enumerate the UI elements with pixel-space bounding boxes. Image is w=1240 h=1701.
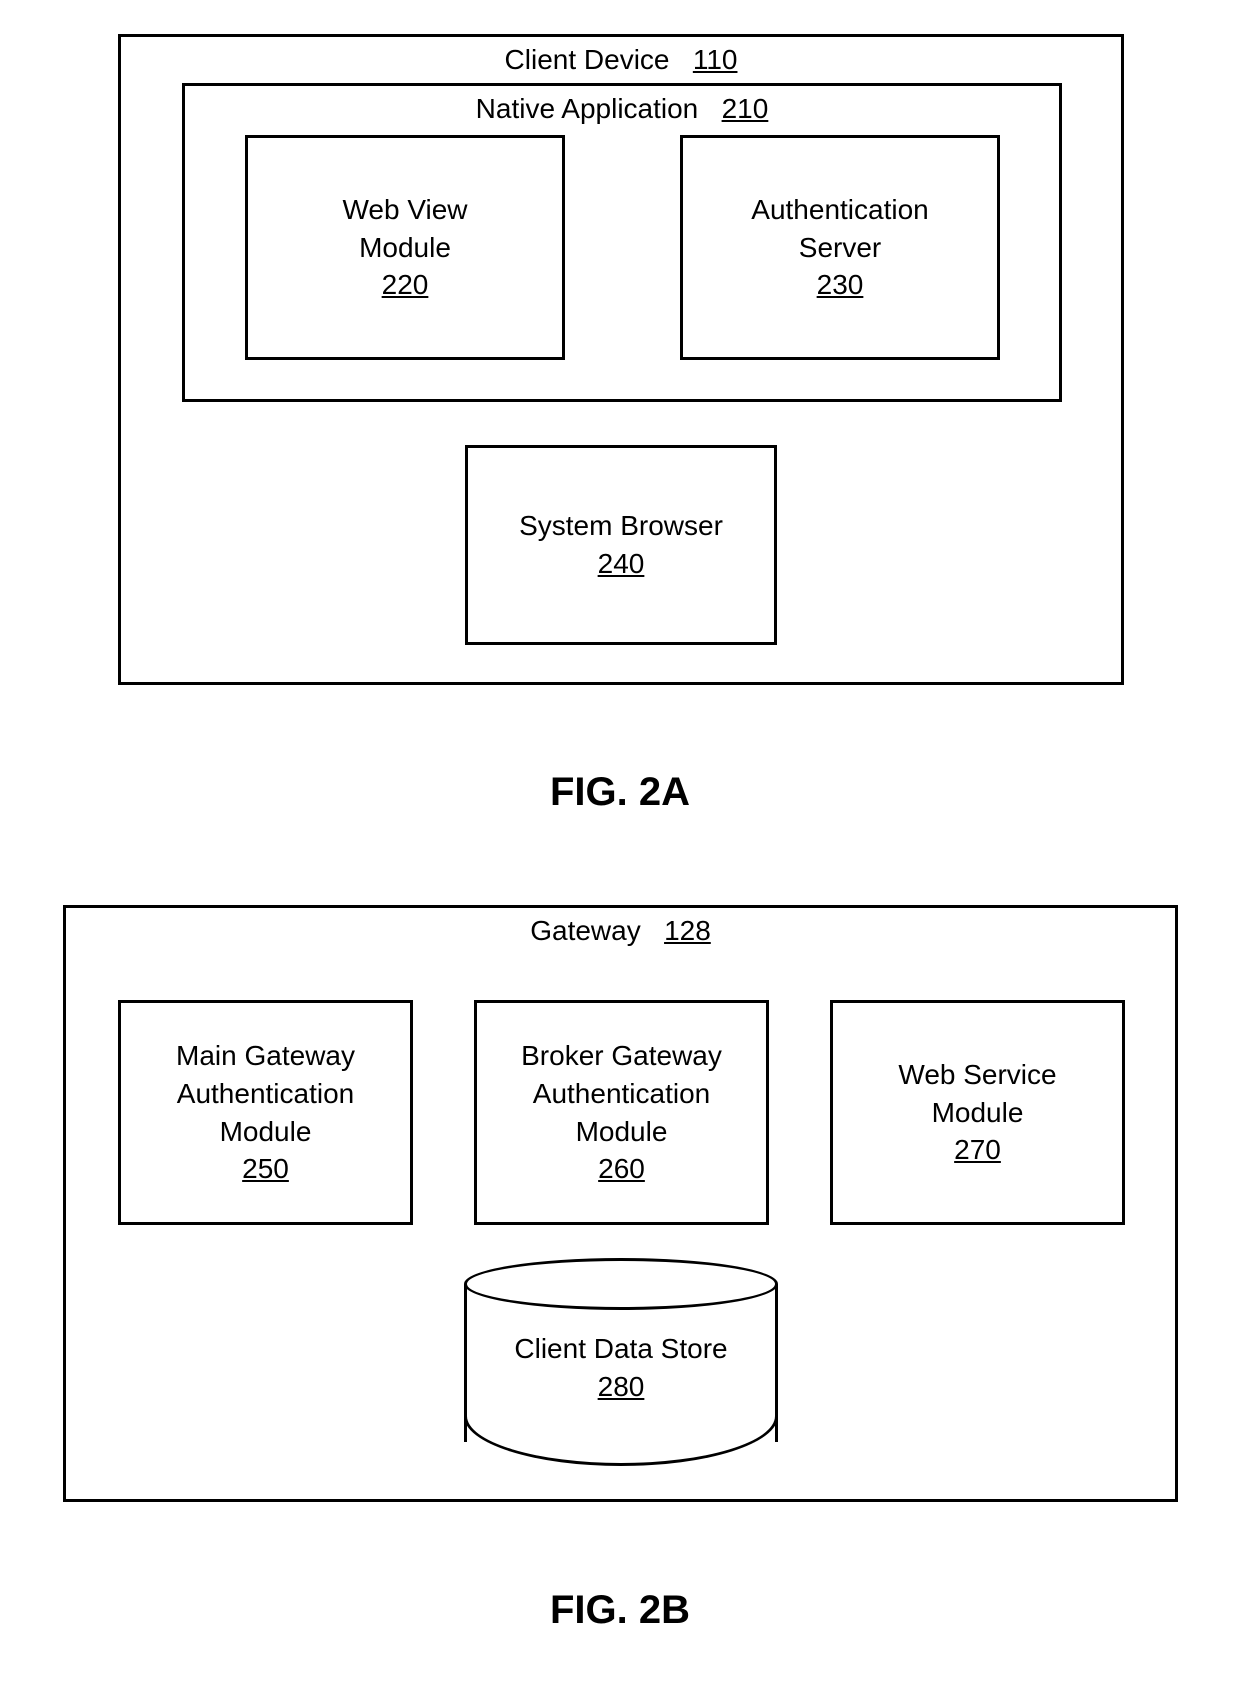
system-browser-ref: 240 — [598, 545, 645, 583]
data-store-label: Client Data Store — [464, 1330, 778, 1368]
web-view-line1: Web View — [342, 191, 467, 229]
broker-gw-line2: Authentication — [533, 1075, 710, 1113]
broker-gw-line3: Module — [576, 1113, 668, 1151]
broker-gateway-auth-module-box: Broker Gateway Authentication Module 260 — [474, 1000, 769, 1225]
web-svc-line2: Module — [932, 1094, 1024, 1132]
client-device-label: Client Device — [505, 44, 670, 75]
main-gw-line1: Main Gateway — [176, 1037, 355, 1075]
authentication-server-box: Authentication Server 230 — [680, 135, 1000, 360]
auth-server-ref: 230 — [817, 266, 864, 304]
system-browser-label: System Browser — [519, 507, 723, 545]
data-store-ref: 280 — [464, 1368, 778, 1406]
web-view-line2: Module — [359, 229, 451, 267]
figure-2b-caption: FIG. 2B — [0, 1588, 1240, 1633]
main-gw-ref: 250 — [242, 1150, 289, 1188]
figure-2a-caption: FIG. 2A — [0, 770, 1240, 815]
main-gw-line3: Module — [220, 1113, 312, 1151]
broker-gw-ref: 260 — [598, 1150, 645, 1188]
web-service-module-box: Web Service Module 270 — [830, 1000, 1125, 1225]
main-gateway-auth-module-box: Main Gateway Authentication Module 250 — [118, 1000, 413, 1225]
web-view-module-box: Web View Module 220 — [245, 135, 565, 360]
client-data-store-cylinder: Client Data Store 280 — [464, 1258, 778, 1468]
auth-server-line1: Authentication — [751, 191, 928, 229]
native-application-ref: 210 — [722, 93, 769, 124]
broker-gw-line1: Broker Gateway — [521, 1037, 722, 1075]
main-gw-line2: Authentication — [177, 1075, 354, 1113]
web-svc-line1: Web Service — [898, 1056, 1056, 1094]
auth-server-line2: Server — [799, 229, 881, 267]
gateway-label: Gateway — [530, 915, 641, 946]
web-view-ref: 220 — [382, 266, 429, 304]
native-application-label: Native Application — [476, 93, 699, 124]
system-browser-box: System Browser 240 — [465, 445, 777, 645]
web-svc-ref: 270 — [954, 1131, 1001, 1169]
client-device-ref: 110 — [693, 44, 738, 75]
gateway-ref: 128 — [664, 915, 711, 946]
